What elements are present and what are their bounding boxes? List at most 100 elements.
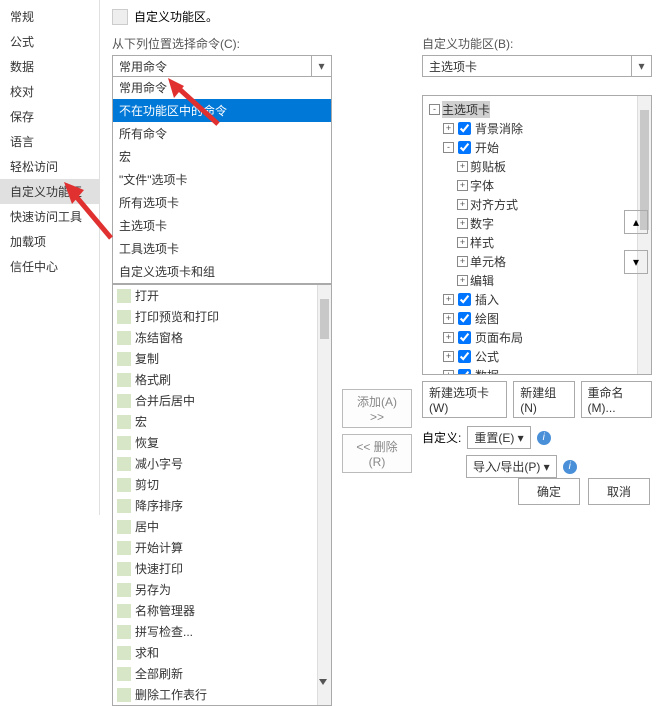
command-item[interactable]: 打印预览和打印: [113, 306, 331, 327]
tree-checkbox[interactable]: [458, 312, 471, 325]
sidebar-item[interactable]: 加载项: [0, 229, 99, 254]
command-item[interactable]: 复制: [113, 348, 331, 369]
tree-item[interactable]: -主选项卡: [429, 100, 645, 119]
remove-button[interactable]: << 删除(R): [342, 434, 412, 473]
command-item[interactable]: 全部刷新: [113, 663, 331, 684]
tree-item[interactable]: +编辑: [429, 271, 645, 290]
sidebar-item[interactable]: 公式: [0, 29, 99, 54]
new-tab-button[interactable]: 新建选项卡(W): [422, 381, 507, 418]
commands-source-dropdown[interactable]: 常用命令不在功能区中的命令所有命令宏"文件"选项卡所有选项卡主选项卡工具选项卡自…: [112, 76, 332, 284]
tree-checkbox[interactable]: [458, 350, 471, 363]
command-item[interactable]: 拼写检查...: [113, 621, 331, 642]
dropdown-item[interactable]: 所有选项卡: [113, 191, 331, 214]
sidebar-item[interactable]: 快速访问工具: [0, 204, 99, 229]
command-item[interactable]: 冻结窗格: [113, 327, 331, 348]
tree-item[interactable]: +绘图: [429, 309, 645, 328]
tree-toggle-icon[interactable]: +: [443, 123, 454, 134]
cancel-button[interactable]: 取消: [588, 478, 650, 505]
tree-item[interactable]: +对齐方式: [429, 195, 645, 214]
command-item[interactable]: 居中: [113, 516, 331, 537]
command-icon: [117, 457, 131, 471]
tree-toggle-icon[interactable]: +: [443, 351, 454, 362]
command-item[interactable]: 宏: [113, 411, 331, 432]
import-export-button[interactable]: 导入/导出(P) ▾: [466, 455, 557, 478]
tree-item[interactable]: +数据: [429, 366, 645, 375]
command-label: 打开: [135, 287, 159, 304]
tree-item[interactable]: +背景消除: [429, 119, 645, 138]
tree-item[interactable]: +单元格: [429, 252, 645, 271]
tree-item[interactable]: +插入: [429, 290, 645, 309]
sidebar-item[interactable]: 保存: [0, 104, 99, 129]
sidebar-item[interactable]: 自定义功能区: [0, 179, 99, 204]
tree-toggle-icon[interactable]: +: [457, 256, 468, 267]
commands-list[interactable]: 打开打印预览和打印冻结窗格复制格式刷合并后居中宏恢复减小字号剪切降序排序居中开始…: [112, 284, 332, 706]
tree-item[interactable]: +字体: [429, 176, 645, 195]
reset-button[interactable]: 重置(E) ▾: [467, 426, 530, 449]
ribbon-tree[interactable]: -主选项卡+背景消除-开始+剪贴板+字体+对齐方式+数字+样式+单元格+编辑+插…: [422, 95, 652, 375]
tree-checkbox[interactable]: [458, 293, 471, 306]
sidebar-item[interactable]: 语言: [0, 129, 99, 154]
tree-item[interactable]: + 公式: [429, 347, 645, 366]
new-group-button[interactable]: 新建组(N): [513, 381, 574, 418]
command-item[interactable]: 开始计算: [113, 537, 331, 558]
dropdown-item[interactable]: "文件"选项卡: [113, 168, 331, 191]
dropdown-item[interactable]: 自定义选项卡和组: [113, 260, 331, 283]
tree-item[interactable]: +页面布局: [429, 328, 645, 347]
tree-toggle-icon[interactable]: +: [443, 294, 454, 305]
tree-item[interactable]: -开始: [429, 138, 645, 157]
scrollbar[interactable]: [317, 285, 331, 705]
tree-checkbox[interactable]: [458, 141, 471, 154]
sidebar-item[interactable]: 数据: [0, 54, 99, 79]
dropdown-item[interactable]: 宏: [113, 145, 331, 168]
tree-checkbox[interactable]: [458, 331, 471, 344]
main-panel: 自定义功能区。 从下列位置选择命令(C): 常用命令 ▾ 常用命令不在功能区中的…: [100, 0, 664, 515]
tree-item[interactable]: +样式: [429, 233, 645, 252]
command-label: 宏: [135, 413, 147, 430]
command-item[interactable]: 减小字号: [113, 453, 331, 474]
sidebar-item[interactable]: 信任中心: [0, 254, 99, 279]
tree-checkbox[interactable]: [458, 369, 471, 375]
tree-toggle-icon[interactable]: +: [457, 237, 468, 248]
rename-button[interactable]: 重命名(M)...: [581, 381, 652, 418]
command-item[interactable]: 求和: [113, 642, 331, 663]
tree-item[interactable]: +数字: [429, 214, 645, 233]
dropdown-item[interactable]: 主选项卡: [113, 214, 331, 237]
dropdown-item[interactable]: 所有命令: [113, 122, 331, 145]
dropdown-item[interactable]: 不在功能区中的命令: [113, 99, 331, 122]
tree-toggle-icon[interactable]: +: [443, 332, 454, 343]
command-item[interactable]: 快速打印: [113, 558, 331, 579]
sidebar-item[interactable]: 常规: [0, 4, 99, 29]
command-item[interactable]: 名称管理器: [113, 600, 331, 621]
tree-item[interactable]: +剪贴板: [429, 157, 645, 176]
command-item[interactable]: 合并后居中: [113, 390, 331, 411]
add-button[interactable]: 添加(A) >>: [342, 389, 412, 428]
tree-toggle-icon[interactable]: +: [443, 313, 454, 324]
command-item[interactable]: 打开: [113, 285, 331, 306]
tree-toggle-icon[interactable]: +: [457, 275, 468, 286]
dropdown-item[interactable]: 工具选项卡: [113, 237, 331, 260]
tree-label: 公式: [475, 348, 499, 365]
sidebar-item[interactable]: 轻松访问: [0, 154, 99, 179]
ok-button[interactable]: 确定: [518, 478, 580, 505]
tree-toggle-icon[interactable]: -: [443, 142, 454, 153]
command-item[interactable]: 恢复: [113, 432, 331, 453]
move-up-button[interactable]: ▴: [624, 210, 648, 234]
command-item[interactable]: 删除工作表行: [113, 684, 331, 705]
command-item[interactable]: 剪切: [113, 474, 331, 495]
tree-toggle-icon[interactable]: +: [457, 199, 468, 210]
tree-toggle-icon[interactable]: -: [429, 104, 440, 115]
command-item[interactable]: 降序排序: [113, 495, 331, 516]
sidebar-item[interactable]: 校对: [0, 79, 99, 104]
move-down-button[interactable]: ▾: [624, 250, 648, 274]
tree-toggle-icon[interactable]: +: [457, 180, 468, 191]
command-icon: [117, 394, 131, 408]
commands-source-combo[interactable]: 常用命令 ▾: [112, 55, 332, 77]
tree-toggle-icon[interactable]: +: [457, 161, 468, 172]
command-item[interactable]: 格式刷: [113, 369, 331, 390]
tree-checkbox[interactable]: [458, 122, 471, 135]
dropdown-item[interactable]: 常用命令: [113, 76, 331, 99]
tree-toggle-icon[interactable]: +: [443, 370, 454, 375]
ribbon-target-combo[interactable]: 主选项卡 ▾: [422, 55, 652, 77]
tree-toggle-icon[interactable]: +: [457, 218, 468, 229]
command-item[interactable]: 另存为: [113, 579, 331, 600]
